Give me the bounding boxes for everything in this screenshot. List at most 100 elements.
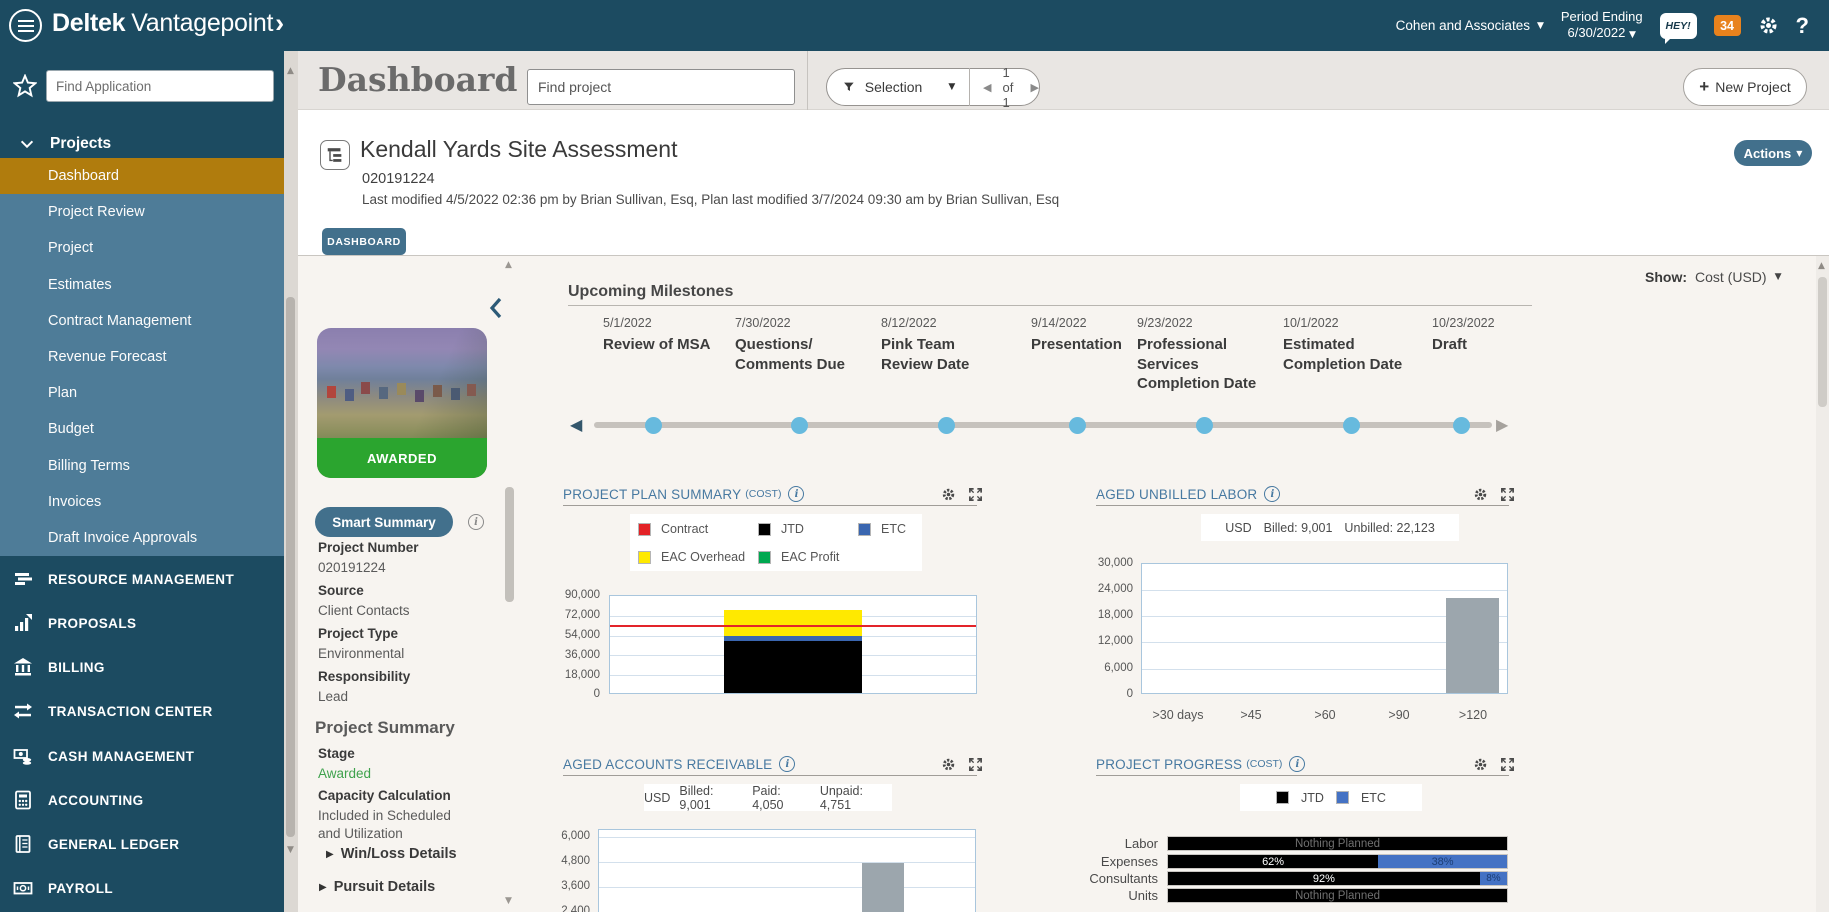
sidebar-module-billing[interactable]: BILLING [0,655,284,679]
info-icon[interactable] [779,756,795,772]
new-project-button[interactable]: + New Project [1683,68,1807,106]
scroll-down-icon[interactable]: ▼ [505,896,512,906]
sidebar-scrollbar-thumb[interactable] [286,297,295,837]
sidebar-section-projects[interactable]: Projects [0,127,284,161]
scroll-down-icon[interactable]: ▼ [287,845,294,855]
info-icon[interactable] [1289,756,1305,772]
sidebar-module-general-ledger[interactable]: GENERAL LEDGER [0,832,284,856]
y-tick: 12,000 [1078,635,1133,647]
collapse-panel-icon[interactable] [488,296,504,320]
info-icon[interactable] [1264,486,1280,502]
accounts-receivable-plot [598,829,976,912]
milestone-dot[interactable] [1453,417,1470,434]
panel-scrollbar-thumb[interactable] [505,487,514,602]
find-project-input[interactable] [527,69,795,105]
expand-icon[interactable] [1500,487,1515,502]
show-currency-dropdown[interactable]: Show: Cost (USD) ▼ [1645,269,1781,285]
expand-icon[interactable] [968,757,983,772]
sidebar-item-project-review[interactable]: Project Review [0,194,284,230]
previous-record-icon[interactable]: ◀ [983,81,991,94]
find-application-input[interactable] [46,70,274,102]
winloss-details-disclosure[interactable]: ▶ Win/Loss Details [326,846,457,862]
sidebar-module-accounting[interactable]: ACCOUNTING [0,788,284,812]
timeline-scroll-left-icon[interactable]: ◀ [570,415,582,434]
next-record-icon[interactable]: ▶ [1031,81,1039,94]
timeline-scroll-right-icon[interactable]: ▶ [1496,415,1508,434]
hamburger-menu-icon[interactable] [9,9,42,42]
sidebar-module-resource-management[interactable]: RESOURCE MANAGEMENT [0,567,284,591]
sidebar-item-dashboard[interactable]: Dashboard [0,158,284,194]
hey-notifications-icon[interactable]: HEY! [1660,13,1697,39]
pagination-text: 1 of 1 [1003,65,1020,110]
gear-icon[interactable] [1473,757,1488,772]
chevron-down-icon: ▼ [1796,149,1802,158]
sidebar-item-draft-invoice-approvals[interactable]: Draft Invoice Approvals [0,520,284,556]
sidebar-item-estimates[interactable]: Estimates [0,267,284,303]
progress-bar-expenses[interactable]: 62% 38% [1167,854,1508,869]
smart-summary-button[interactable]: Smart Summary [315,507,453,537]
y-tick: 24,000 [1078,583,1133,595]
sidebar-item-contract-management[interactable]: Contract Management [0,303,284,339]
main-scrollbar-thumb[interactable] [1818,277,1827,407]
sidebar-module-proposals[interactable]: PROPOSALS [0,611,284,635]
help-icon[interactable]: ? [1796,13,1809,39]
legend-swatch-jtd [758,523,771,536]
gear-icon[interactable] [941,757,956,772]
receivable-bar[interactable] [862,863,904,912]
company-dropdown[interactable]: Cohen and Associates ▼ [1396,18,1544,33]
progress-bar-units[interactable]: Nothing Planned [1167,888,1508,903]
sidebar-item-project[interactable]: Project [0,230,284,266]
scroll-up-icon[interactable]: ▲ [505,260,512,270]
scroll-up-icon[interactable]: ▲ [1818,261,1825,271]
x-tick: >45 [1211,708,1291,722]
y-tick: 4,800 [535,855,590,867]
selection-dropdown[interactable]: Selection [865,79,923,95]
chart-title-aged-accounts-receivable: AGED ACCOUNTS RECEIVABLE [563,756,795,772]
gear-icon[interactable] [1473,487,1488,502]
field-label: Source [318,583,364,598]
brand-logo: DeltekVantagepoint› [52,8,284,39]
info-icon[interactable] [468,514,484,530]
sidebar-item-billing-terms[interactable]: Billing Terms [0,448,284,484]
gear-icon[interactable] [1758,15,1779,36]
milestone-dot[interactable] [1196,417,1213,434]
milestone-dot[interactable] [1343,417,1360,434]
sidebar: Projects Dashboard Project Review Projec… [0,51,284,912]
sidebar-item-budget[interactable]: Budget [0,411,284,447]
sidebar-module-payroll[interactable]: PAYROLL [0,876,284,900]
milestone-dot[interactable] [938,417,955,434]
milestone-dot[interactable] [791,417,808,434]
progress-bar-consultants[interactable]: 92% 8% [1167,871,1508,886]
sidebar-item-revenue-forecast[interactable]: Revenue Forecast [0,339,284,375]
topbar-right-cluster: Cohen and Associates ▼ Period Ending 6/3… [1396,0,1829,51]
ledger-book-icon [13,834,33,854]
filter-funnel-icon[interactable] [843,80,855,94]
sidebar-item-invoices[interactable]: Invoices [0,484,284,520]
expand-icon[interactable] [968,487,983,502]
sidebar-module-cash-management[interactable]: CASH MANAGEMENT [0,744,284,768]
actions-button[interactable]: Actions ▼ [1734,140,1812,166]
projects-subnav: Dashboard Project Review Project Estimat… [0,158,284,556]
pursuit-details-disclosure[interactable]: ▶ Pursuit Details [319,879,435,895]
gear-icon[interactable] [941,487,956,502]
scroll-up-icon[interactable]: ▲ [287,66,294,76]
milestone-dot[interactable] [1069,417,1086,434]
sidebar-module-transaction-center[interactable]: TRANSACTION CENTER [0,699,284,723]
y-tick: 72,000 [545,609,600,621]
info-icon[interactable] [788,486,804,502]
favorites-star-icon[interactable] [13,74,37,98]
sidebar-item-plan[interactable]: Plan [0,375,284,411]
period-label: Period Ending [1561,9,1643,25]
unbilled-labor-bar[interactable] [1446,598,1499,693]
triangle-right-icon: ▶ [319,882,327,893]
tab-dashboard[interactable]: DASHBOARD [322,228,406,255]
notification-count-badge[interactable]: 34 [1714,15,1741,36]
y-tick: 3,600 [535,880,590,892]
milestone-dot[interactable] [645,417,662,434]
chevron-down-icon[interactable]: ▼ [948,82,955,92]
stacked-bar[interactable] [724,596,862,693]
transfer-arrows-icon [13,701,33,721]
progress-bar-labor[interactable]: Nothing Planned [1167,836,1508,851]
expand-icon[interactable] [1500,757,1515,772]
period-ending-dropdown[interactable]: Period Ending 6/30/2022 ▼ [1561,9,1643,43]
